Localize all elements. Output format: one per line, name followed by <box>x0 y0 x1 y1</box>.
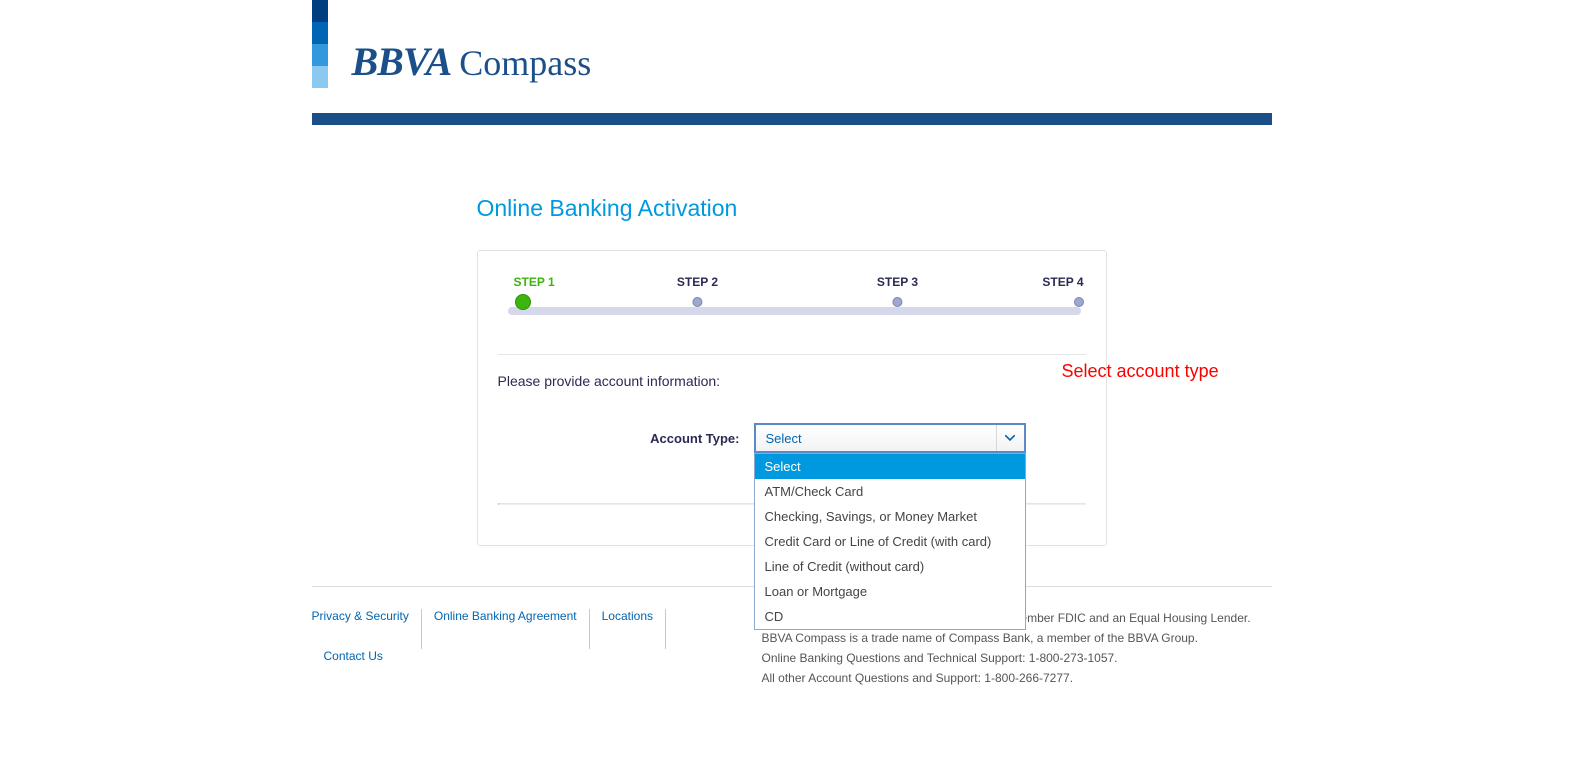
logo-secondary: Compass <box>459 42 591 84</box>
activation-card: STEP 1 STEP 2 STEP 3 STEP 4 Please provi… <box>477 250 1107 546</box>
option-loan-mortgage[interactable]: Loan or Mortgage <box>755 579 1025 604</box>
header-bar <box>312 113 1272 125</box>
step-3: STEP 3 <box>877 275 918 307</box>
step-2-label: STEP 2 <box>677 275 718 289</box>
account-type-select-wrap: Select Select ATM/Check Card Checking, S… <box>754 423 1026 453</box>
progress-track <box>508 307 1081 315</box>
account-type-select[interactable]: Select <box>754 423 1026 453</box>
footer-line-4: All other Account Questions and Support:… <box>762 669 1272 687</box>
step-2-dot-icon <box>692 297 702 307</box>
link-contact-us[interactable]: Contact Us <box>312 649 395 689</box>
main-content: Online Banking Activation STEP 1 STEP 2 … <box>312 125 1272 546</box>
account-type-row: Account Type: Select Select ATM/Check Ca… <box>498 423 1086 453</box>
option-checking-savings[interactable]: Checking, Savings, or Money Market <box>755 504 1025 529</box>
form-instruction: Please provide account information: <box>498 373 1086 389</box>
link-locations[interactable]: Locations <box>590 609 666 649</box>
option-credit-card[interactable]: Credit Card or Line of Credit (with card… <box>755 529 1025 554</box>
step-4-dot-icon <box>1074 297 1084 307</box>
page-title: Online Banking Activation <box>477 195 1272 222</box>
dropdown-scroll[interactable]: Select ATM/Check Card Checking, Savings,… <box>755 454 1025 629</box>
option-select[interactable]: Select <box>755 454 1025 479</box>
footer-line-2: BBVA Compass is a trade name of Compass … <box>762 629 1272 647</box>
step-3-label: STEP 3 <box>877 275 918 289</box>
annotation-text: Select account type <box>1062 361 1219 382</box>
logo: BBVA Compass <box>312 0 1272 113</box>
step-4-label: STEP 4 <box>1042 275 1083 289</box>
footer-line-3: Online Banking Questions and Technical S… <box>762 649 1272 667</box>
step-1-dot-icon <box>515 294 531 310</box>
logo-primary: BBVA <box>352 38 452 85</box>
option-atm-check-card[interactable]: ATM/Check Card <box>755 479 1025 504</box>
link-privacy-security[interactable]: Privacy & Security <box>312 609 422 649</box>
step-3-dot-icon <box>892 297 902 307</box>
account-type-label: Account Type: <box>650 431 739 446</box>
step-1-label: STEP 1 <box>514 275 555 289</box>
page-container: BBVA Compass Online Banking Activation S… <box>312 0 1272 729</box>
footer-links: Privacy & Security Online Banking Agreem… <box>312 609 722 689</box>
step-2: STEP 2 <box>677 275 718 307</box>
footer-line-1: a member FDIC and an Equal Housing Lende… <box>1000 611 1250 625</box>
divider <box>498 354 1086 355</box>
link-online-banking-agreement[interactable]: Online Banking Agreement <box>422 609 590 649</box>
step-1: STEP 1 <box>514 275 555 310</box>
chevron-down-icon <box>996 425 1024 451</box>
option-line-of-credit[interactable]: Line of Credit (without card) <box>755 554 1025 579</box>
account-type-value: Select <box>766 431 802 446</box>
step-4: STEP 4 <box>1042 275 1083 307</box>
option-cd[interactable]: CD <box>755 604 1025 629</box>
brand-stripe <box>312 0 328 88</box>
account-type-dropdown: Select ATM/Check Card Checking, Savings,… <box>754 453 1026 630</box>
progress-steps: STEP 1 STEP 2 STEP 3 STEP 4 <box>498 275 1086 330</box>
